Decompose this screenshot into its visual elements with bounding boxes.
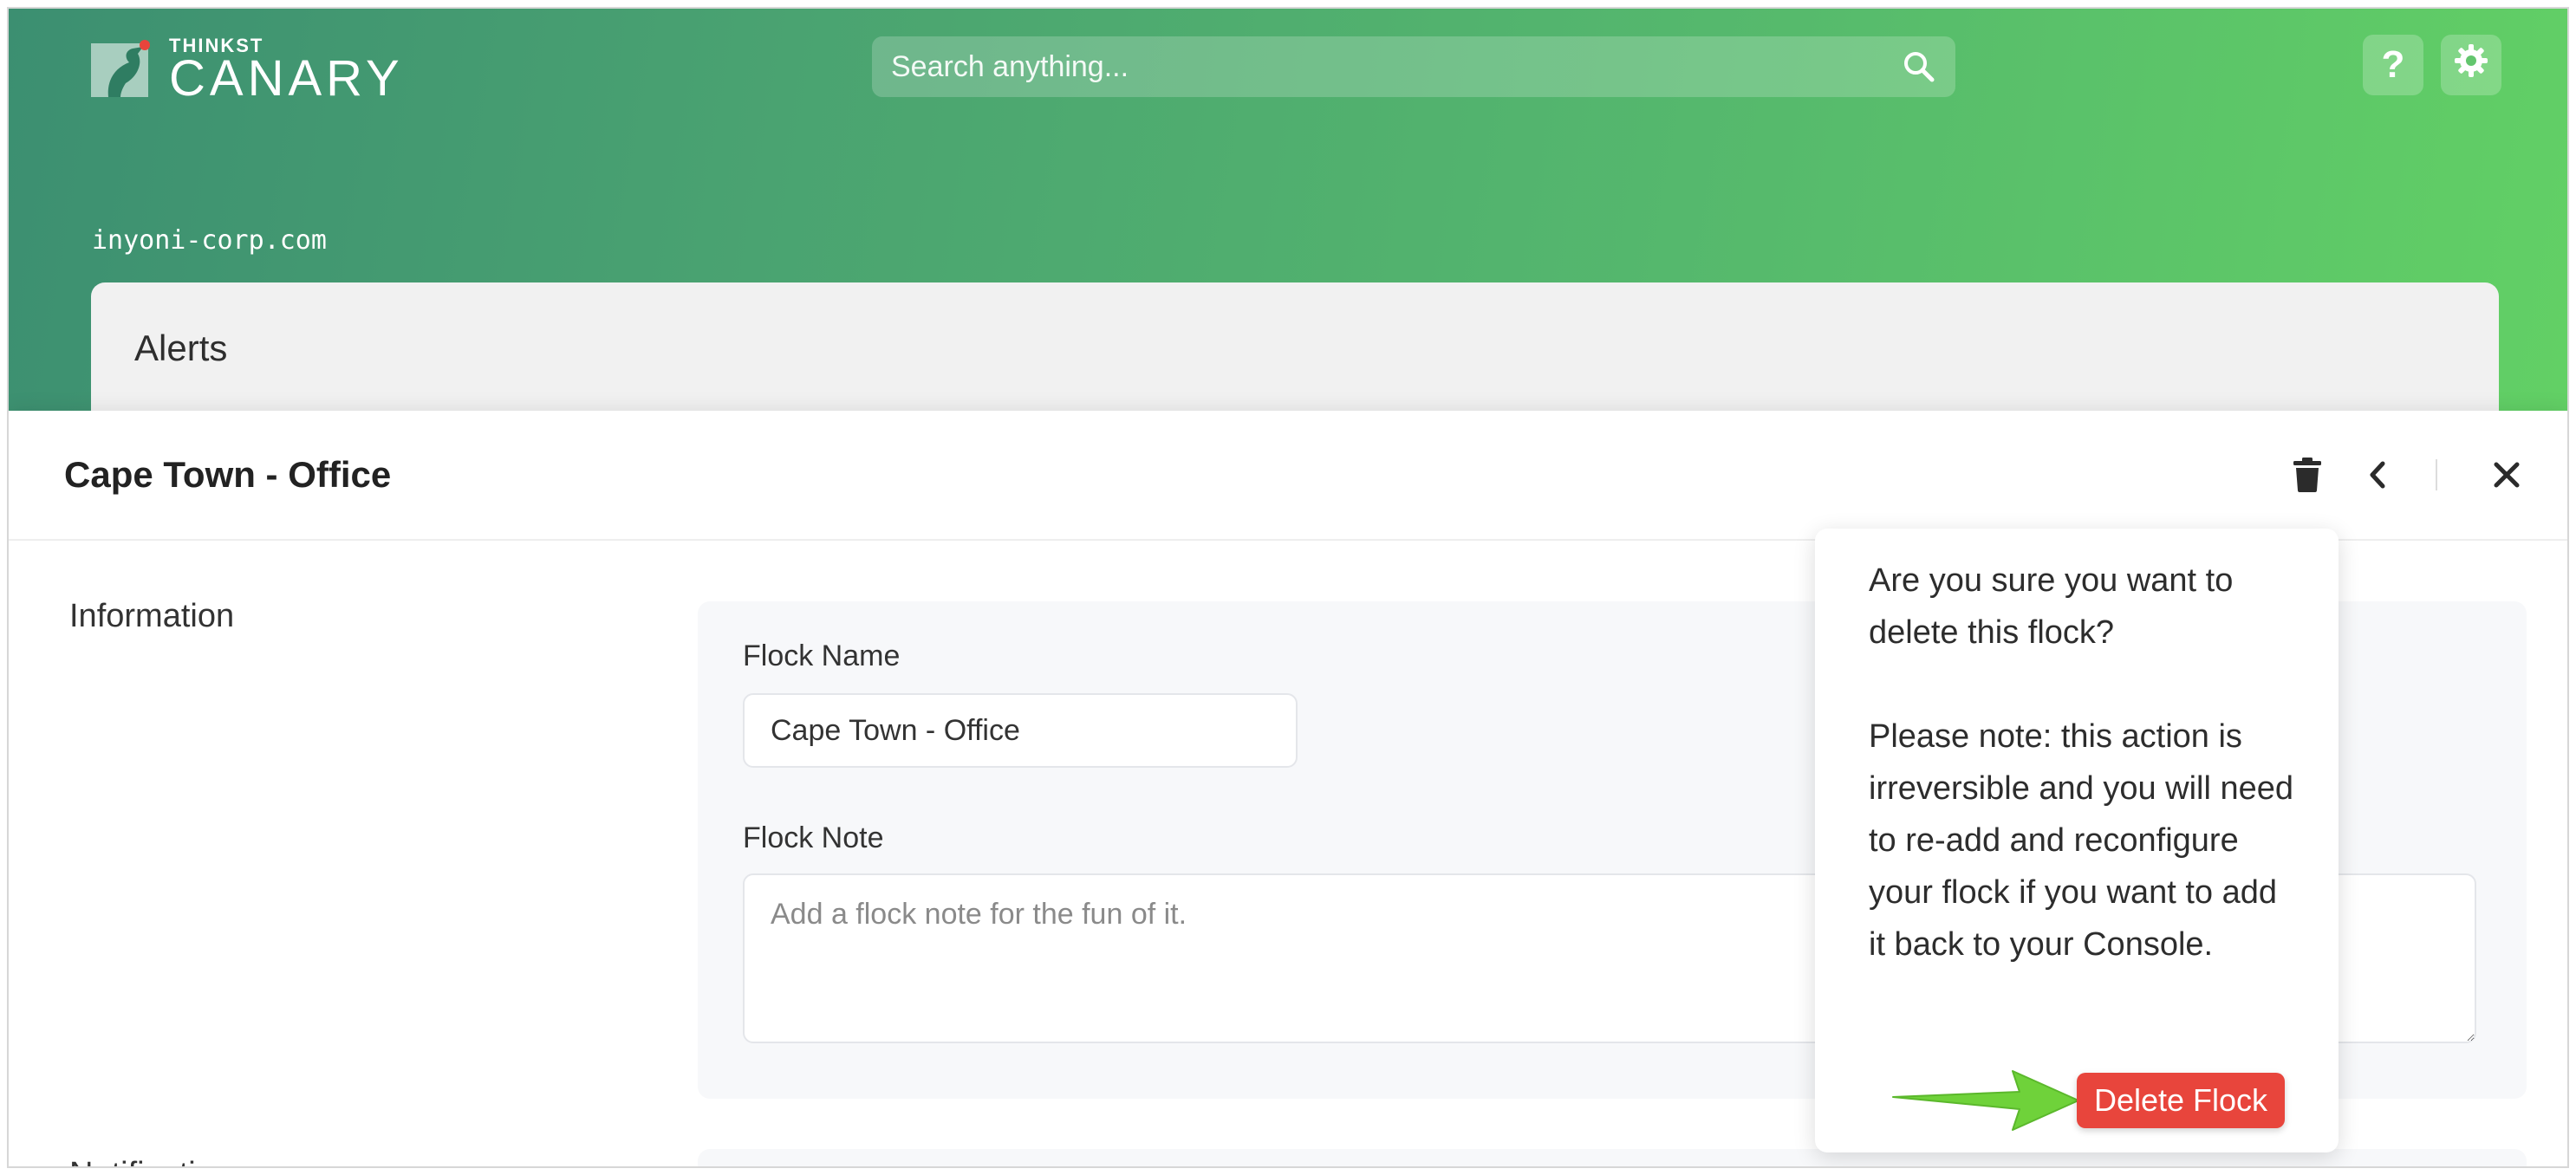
help-button[interactable]: ? [2363, 35, 2423, 95]
chevron-left-icon[interactable] [2359, 456, 2397, 494]
flock-name-label: Flock Name [743, 639, 901, 672]
header-banner: THINKST CANARY ? [9, 9, 2567, 438]
brand-name: CANARY [169, 50, 404, 107]
app-window: THINKST CANARY ? [7, 7, 2569, 1168]
section-information: Information [69, 598, 235, 634]
alerts-title: Alerts [134, 328, 228, 368]
header-divider [2436, 459, 2437, 490]
brand-logo[interactable]: THINKST CANARY [91, 35, 404, 104]
trash-icon[interactable] [2288, 456, 2326, 494]
confirm-question: Are you sure you want to delete this flo… [1869, 562, 2234, 651]
arrow-icon [1890, 1068, 2082, 1133]
panel-title: Cape Town - Office [64, 454, 392, 495]
canary-logo-icon [91, 38, 153, 101]
search-input[interactable] [891, 49, 1902, 84]
panel-header: Cape Town - Office [9, 411, 2567, 541]
flock-name-input[interactable] [743, 693, 1298, 768]
search-bar [872, 36, 1955, 97]
confirm-note: Please note: this action is irreversible… [1869, 718, 2294, 963]
flock-note-label: Flock Note [743, 821, 884, 854]
gear-icon [2453, 42, 2489, 88]
settings-button[interactable] [2441, 35, 2501, 95]
domain-label: inyoni-corp.com [92, 225, 327, 256]
section-notifications: Notifications [69, 1156, 249, 1166]
delete-flock-button[interactable]: Delete Flock [2077, 1073, 2285, 1128]
delete-confirm-popover: Are you sure you want to delete this flo… [1815, 529, 2339, 1152]
close-icon[interactable] [2488, 456, 2526, 494]
help-icon: ? [2381, 43, 2405, 86]
search-icon[interactable] [1902, 49, 1936, 84]
